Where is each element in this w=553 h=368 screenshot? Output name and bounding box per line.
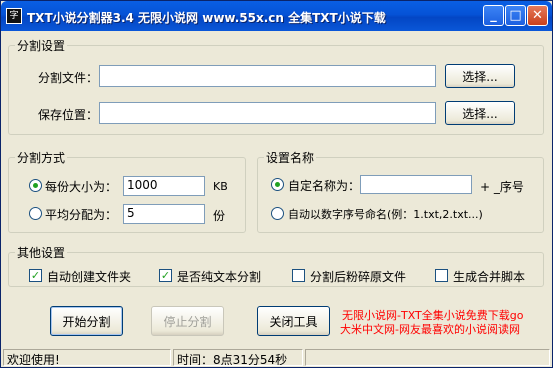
auto-create-folder-label[interactable]: 自动创建文件夹 bbox=[47, 268, 131, 285]
maximize-icon: □ bbox=[509, 8, 522, 23]
split-by-size-label[interactable]: 每份大小为： bbox=[45, 178, 117, 195]
other-settings-legend: 其他设置 bbox=[17, 246, 66, 260]
part-count-input[interactable]: 5 bbox=[123, 204, 205, 224]
shred-original-checkbox[interactable] bbox=[292, 269, 305, 282]
naming-legend: 设置名称 bbox=[266, 151, 315, 165]
save-location-label: 保存位置： bbox=[38, 108, 99, 122]
split-settings-legend: 分割设置 bbox=[17, 39, 66, 53]
minimize-button[interactable]: _ bbox=[483, 5, 504, 26]
start-split-button[interactable]: 开始分割 bbox=[50, 306, 123, 336]
number-name-label[interactable]: 自动以数字序号命名(例：1.txt,2.txt...) bbox=[288, 206, 483, 222]
status-time: 时间：8点31分54秒 bbox=[173, 349, 303, 366]
split-file-label: 分割文件： bbox=[38, 71, 99, 85]
size-unit-label: KB bbox=[213, 180, 228, 193]
main-window: 字 TXT小说分割器3.4 无限小说网 www.55x.cn 全集TXT小说下载… bbox=[0, 0, 553, 368]
maximize-button[interactable]: □ bbox=[505, 5, 526, 26]
split-average-label[interactable]: 平均分配为： bbox=[45, 206, 117, 223]
close-icon: ✕ bbox=[532, 8, 543, 23]
custom-name-suffix: + _序号 bbox=[480, 180, 524, 194]
split-average-radio[interactable] bbox=[29, 207, 42, 220]
browse-file-button[interactable]: 选择... bbox=[445, 64, 515, 88]
custom-name-input[interactable] bbox=[360, 175, 472, 194]
part-count-unit-label: 份 bbox=[213, 209, 226, 223]
merge-script-label[interactable]: 生成合并脚本 bbox=[453, 268, 525, 285]
save-location-input[interactable] bbox=[99, 102, 436, 124]
close-window-button[interactable]: ✕ bbox=[527, 5, 548, 26]
title-bar[interactable]: 字 TXT小说分割器3.4 无限小说网 www.55x.cn 全集TXT小说下载… bbox=[1, 1, 552, 31]
custom-name-radio[interactable] bbox=[271, 178, 284, 191]
promo-link-2[interactable]: 大米中文网-网友最喜欢的小说阅读网 bbox=[340, 321, 520, 337]
app-icon[interactable]: 字 bbox=[6, 8, 22, 24]
plain-text-split-checkbox[interactable]: ✓ bbox=[159, 269, 172, 282]
split-file-input[interactable] bbox=[99, 65, 436, 87]
size-per-part-input[interactable]: 1000 bbox=[123, 176, 205, 196]
stop-split-button[interactable]: 停止分割 bbox=[151, 306, 224, 336]
split-by-size-radio[interactable] bbox=[29, 179, 42, 192]
number-name-radio[interactable] bbox=[271, 207, 284, 220]
browse-save-button[interactable]: 选择... bbox=[445, 101, 515, 125]
close-tool-button[interactable]: 关闭工具 bbox=[257, 306, 330, 336]
auto-create-folder-checkbox[interactable]: ✓ bbox=[29, 269, 42, 282]
custom-name-label[interactable]: 自定名称为： bbox=[288, 177, 360, 194]
plain-text-split-label[interactable]: 是否纯文本分割 bbox=[177, 268, 261, 285]
merge-script-checkbox[interactable] bbox=[435, 269, 448, 282]
shred-original-label[interactable]: 分割后粉碎原文件 bbox=[310, 268, 406, 285]
window-title: TXT小说分割器3.4 无限小说网 www.55x.cn 全集TXT小说下载 bbox=[27, 11, 386, 25]
split-mode-legend: 分割方式 bbox=[17, 151, 66, 165]
status-message: 欢迎使用! bbox=[3, 349, 171, 366]
status-extra bbox=[305, 349, 550, 366]
status-bar: 欢迎使用! 时间：8点31分54秒 bbox=[1, 347, 552, 367]
minimize-icon: _ bbox=[490, 8, 497, 23]
